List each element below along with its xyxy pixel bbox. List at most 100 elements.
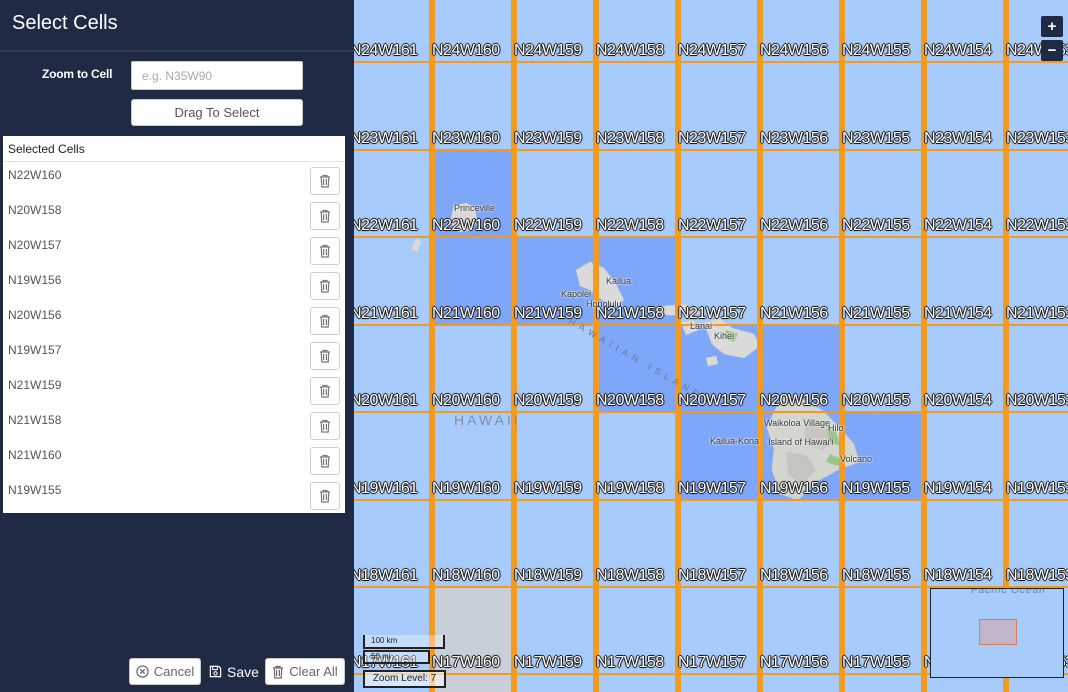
remove-cell-button[interactable] [310,412,340,440]
grid-cell-label: N22W160 [432,217,500,234]
grid-cell-label: N23W161 [354,130,418,147]
grid-cell-label: N20W161 [354,392,418,409]
minimap-ocean-label: Pacific Ocean [971,588,1046,596]
grid-cell-label: N22W154 [924,217,992,234]
grid-cell-label: N24W158 [596,42,664,59]
floppy-disk-icon [209,665,222,678]
grid-cell-label: N21W160 [432,305,500,322]
region-label-hawaii: HAWAII [454,412,521,428]
place-label: Princeville [454,203,496,213]
trash-icon [320,279,330,293]
grid-cell-label: N18W157 [678,567,746,584]
grid-cell-label: N21W153 [1006,305,1068,322]
grid-cell-label: N19W154 [924,480,992,497]
grid-line-horizontal [354,499,1068,501]
trash-icon [320,174,330,188]
grid-cell-label: N18W158 [596,567,664,584]
trash-icon [320,489,330,503]
grid-cell-label: N17W155 [842,654,910,671]
grid-cell-label: N17W158 [596,654,664,671]
selected-cell-name: N19W156 [8,273,62,287]
cancel-button[interactable]: Cancel [129,658,201,685]
cancel-circle-icon [136,665,149,678]
grid-cell-label: N23W153 [1006,130,1068,147]
overview-minimap[interactable]: Pacific Ocean [930,588,1064,678]
grid-cell-label: N23W158 [596,130,664,147]
grid-line-horizontal [354,149,1068,151]
remove-cell-button[interactable] [310,272,340,300]
selected-cell-name: N21W158 [8,413,62,427]
grid-line-vertical [757,0,763,692]
zoom-in-button[interactable]: + [1041,16,1063,37]
remove-cell-button[interactable] [310,202,340,230]
remove-cell-button[interactable] [310,447,340,475]
trash-icon [320,349,330,363]
grid-cell-label: N23W156 [760,130,828,147]
grid-cell-label: N17W157 [678,654,746,671]
scale-bar-km: 100 km [363,635,445,649]
scale-bar-mi: 50 mi [363,650,430,664]
grid-cell-label: N23W157 [678,130,746,147]
grid-cell-label: N18W159 [514,567,582,584]
grid-cell-label: N20W153 [1006,392,1068,409]
grid-line-vertical [429,0,435,692]
place-label: Kapolei [561,289,592,299]
grid-cell-label: N22W159 [514,217,582,234]
grid-cell-label: N24W155 [842,42,910,59]
grid-line-horizontal [354,236,1068,238]
grid-cell-label: N23W159 [514,130,582,147]
remove-cell-button[interactable] [310,342,340,370]
grid-cell-label: N17W156 [760,654,828,671]
drag-to-select-button[interactable]: Drag To Select [131,99,303,126]
remove-cell-button[interactable] [310,377,340,405]
remove-cell-button[interactable] [310,307,340,335]
grid-cell-label: N22W161 [354,217,418,234]
grid-cell-label: N19W153 [1006,480,1068,497]
grid-cell-label: N18W156 [760,567,828,584]
remove-cell-button[interactable] [310,237,340,265]
remove-cell-button[interactable] [310,482,340,510]
grid-cell-label: N19W157 [678,480,746,497]
selected-cell-name: N20W158 [8,203,62,217]
place-label: Waikoloa Village [764,418,831,428]
clear-all-button[interactable]: Clear All [265,658,345,685]
map-view[interactable]: HAWAII HAWAIIAN ISLANDS Princeville Kailu… [354,0,1068,692]
trash-icon [320,314,330,328]
save-button[interactable]: Save [208,658,260,685]
grid-cell-label: N24W159 [514,42,582,59]
island-kahoolawe [705,355,719,367]
grid-line-vertical [511,0,517,692]
grid-cell-label: N19W156 [760,480,828,497]
trash-icon [320,244,330,258]
grid-cell-label: N24W156 [760,42,828,59]
place-label: Island of Hawai'i [768,437,834,447]
selected-cell-row: N20W157 [3,232,345,267]
grid-cell-label: N23W155 [842,130,910,147]
place-label: Kihei [714,331,735,341]
cancel-button-label: Cancel [153,664,195,679]
grid-cell-label: N21W157 [678,305,746,322]
grid-cell-label: N21W159 [514,305,582,322]
selected-cell-name: N21W160 [8,448,62,462]
selected-cell-row: N21W158 [3,407,345,442]
grid-cell-label: N21W161 [354,305,418,322]
selected-cell-name: N22W160 [8,168,62,182]
zoom-out-button[interactable]: − [1041,40,1063,61]
grid-cell-label: N20W160 [432,392,500,409]
grid-cell-label: N22W155 [842,217,910,234]
trash-icon [320,419,330,433]
minimap-viewport-box[interactable] [979,619,1017,645]
remove-cell-button[interactable] [310,167,340,195]
zoom-to-cell-input[interactable] [131,61,303,90]
trash-icon [320,454,330,468]
grid-line-horizontal [354,61,1068,63]
grid-line-vertical [839,0,845,692]
grid-line-vertical [593,0,599,692]
selected-cell-name: N19W155 [8,483,62,497]
grid-cell-label: N22W156 [760,217,828,234]
grid-cell-label: N18W153 [1006,567,1068,584]
selected-cell-row: N21W160 [3,442,345,477]
grid-line-vertical [921,0,927,692]
place-label: Kailua [606,276,632,286]
grid-cell-label: N21W155 [842,305,910,322]
